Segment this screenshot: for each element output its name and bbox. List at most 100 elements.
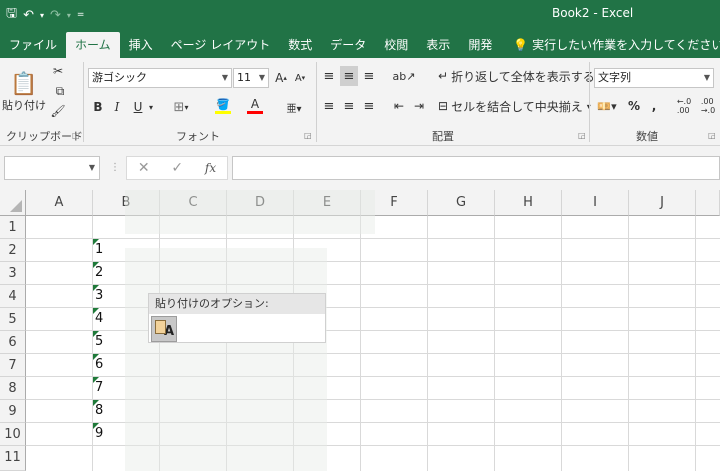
font-launcher-icon[interactable]: ◲ <box>304 131 312 140</box>
number-format-dropdown[interactable]: 文字列 ▼ <box>594 68 714 88</box>
name-box[interactable]: ▼ <box>4 156 100 180</box>
row-header-7[interactable]: 7 <box>0 354 26 377</box>
keep-text-only-icon[interactable]: A <box>151 316 177 342</box>
decrease-indent-button[interactable]: ⇤ <box>390 96 408 116</box>
grid-line <box>695 216 696 471</box>
font-name-dropdown[interactable]: 游ゴシック ▼ <box>88 68 232 88</box>
increase-decimal-button[interactable]: ←.0.00 <box>674 96 694 116</box>
cell-b9[interactable]: 8 <box>95 403 103 418</box>
align-right-button[interactable]: ≡ <box>360 96 378 116</box>
enter-icon[interactable]: ✓ <box>171 160 183 176</box>
decrease-font-button[interactable]: A ▾ <box>292 68 308 88</box>
paste-label: 貼り付け <box>2 98 46 112</box>
insert-function-icon[interactable]: fx <box>205 161 216 175</box>
align-center-button[interactable]: ≡ <box>340 96 358 116</box>
alignment-launcher-icon[interactable]: ◲ <box>578 131 586 140</box>
row-header-8[interactable]: 8 <box>0 377 26 400</box>
cell-b5[interactable]: 4 <box>95 311 103 326</box>
column-header-j[interactable]: J <box>629 190 696 216</box>
percent-style-button[interactable]: % <box>626 96 642 116</box>
copy-button[interactable]: ⧉ <box>48 82 72 100</box>
align-bottom-button[interactable]: ≡ <box>360 66 378 86</box>
formula-input[interactable] <box>232 156 720 180</box>
row-header-1[interactable]: 1 <box>0 216 26 239</box>
cell-b10[interactable]: 9 <box>95 426 103 441</box>
number-launcher-icon[interactable]: ◲ <box>708 131 716 140</box>
cell-b2[interactable]: 1 <box>95 242 103 257</box>
font-color-button[interactable]: A <box>242 96 268 116</box>
underline-dropdown-icon[interactable]: ▾ <box>146 98 156 116</box>
align-middle-button[interactable]: ≡ <box>340 66 358 86</box>
customize-qat-icon[interactable]: = <box>77 10 85 20</box>
orientation-button[interactable]: ab↗ <box>390 66 418 86</box>
cell-b7[interactable]: 6 <box>95 357 103 372</box>
tell-me-box[interactable]: 💡 実行したい作業を入力してください <box>501 32 720 58</box>
increase-indent-button[interactable]: ⇥ <box>410 96 428 116</box>
column-header-a[interactable]: A <box>26 190 93 216</box>
formula-buttons: ✕ ✓ fx <box>126 156 228 180</box>
column-header-i[interactable]: I <box>562 190 629 216</box>
underline-button[interactable]: U <box>130 98 146 116</box>
wrap-text-button[interactable]: ↵ 折り返して全体を表示する <box>438 66 595 86</box>
row-header-6[interactable]: 6 <box>0 331 26 354</box>
formula-bar-area: ▼ ⋮ ✕ ✓ fx <box>0 146 720 190</box>
tab-formulas[interactable]: 数式 <box>279 32 321 58</box>
font-group-label: フォント <box>176 130 220 143</box>
fill-color-button[interactable]: 🪣 <box>210 96 236 116</box>
cut-button[interactable]: ✂ <box>48 62 68 80</box>
tab-insert[interactable]: 挿入 <box>120 32 162 58</box>
cell-b4[interactable]: 3 <box>95 288 103 303</box>
align-center-icon: ≡ <box>343 98 355 114</box>
worksheet-grid[interactable]: A B C D E F G H I J 1 2 3 4 5 6 7 8 9 10… <box>0 190 720 471</box>
comma-style-button[interactable]: , <box>648 96 660 116</box>
tab-review[interactable]: 校閲 <box>375 32 417 58</box>
tab-file[interactable]: ファイル <box>0 32 66 58</box>
merge-center-button[interactable]: ⊟ セルを結合して中央揃え ▾ <box>438 96 591 116</box>
format-painter-button[interactable]: 🖌 <box>48 102 68 120</box>
row-header-9[interactable]: 9 <box>0 400 26 423</box>
ghost-overlay <box>125 248 327 471</box>
column-header-h[interactable]: H <box>495 190 562 216</box>
chevron-down-icon: ▼ <box>221 73 228 82</box>
cell-b6[interactable]: 5 <box>95 334 103 349</box>
tab-page-layout[interactable]: ページ レイアウト <box>162 32 280 58</box>
cell-b3[interactable]: 2 <box>95 265 103 280</box>
row-header-5[interactable]: 5 <box>0 308 26 331</box>
cancel-icon[interactable]: ✕ <box>138 160 150 176</box>
tab-home[interactable]: ホーム <box>66 32 120 58</box>
italic-button[interactable]: I <box>110 98 124 116</box>
borders-button[interactable]: ⊞ ▾ <box>168 98 194 116</box>
formula-bar-grip[interactable]: ⋮ <box>110 162 120 173</box>
column-header-g[interactable]: G <box>428 190 495 216</box>
undo-dropdown-icon[interactable]: ▾ <box>40 11 44 20</box>
row-header-4[interactable]: 4 <box>0 285 26 308</box>
tab-view[interactable]: 表示 <box>417 32 459 58</box>
font-size-dropdown[interactable]: 11 ▼ <box>233 68 269 88</box>
increase-font-button[interactable]: A ▴ <box>273 68 289 88</box>
chevron-down-icon[interactable]: ▼ <box>89 163 95 172</box>
number-format-value: 文字列 <box>598 71 631 84</box>
row-header-11[interactable]: 11 <box>0 446 26 471</box>
align-left-button[interactable]: ≡ <box>320 96 338 116</box>
wrap-text-label: 折り返して全体を表示する <box>451 69 595 84</box>
ghost-overlay <box>125 190 375 234</box>
row-header-3[interactable]: 3 <box>0 262 26 285</box>
cell-b8[interactable]: 7 <box>95 380 103 395</box>
align-top-button[interactable]: ≡ <box>320 66 338 86</box>
save-icon[interactable]: 🖫 <box>6 4 17 26</box>
bold-button[interactable]: B <box>90 98 106 116</box>
merge-center-label: セルを結合して中央揃え <box>451 99 583 114</box>
tab-data[interactable]: データ <box>321 32 375 58</box>
column-header-k[interactable] <box>696 190 720 216</box>
row-header-2[interactable]: 2 <box>0 239 26 262</box>
row-header-10[interactable]: 10 <box>0 423 26 446</box>
tab-developer[interactable]: 開発 <box>459 32 501 58</box>
accounting-format-button[interactable]: 💴▾ <box>594 96 620 116</box>
clipboard-launcher-icon[interactable]: ◲ <box>72 131 80 140</box>
fill-color-swatch <box>215 110 231 114</box>
paste-button[interactable]: 📋 貼り付け <box>2 64 46 120</box>
decrease-decimal-button[interactable]: .00 →.0 <box>698 96 718 116</box>
select-all-button[interactable] <box>0 190 26 216</box>
undo-icon[interactable]: ↶ <box>23 8 34 23</box>
phonetic-button[interactable]: 亜▾ <box>282 98 306 116</box>
